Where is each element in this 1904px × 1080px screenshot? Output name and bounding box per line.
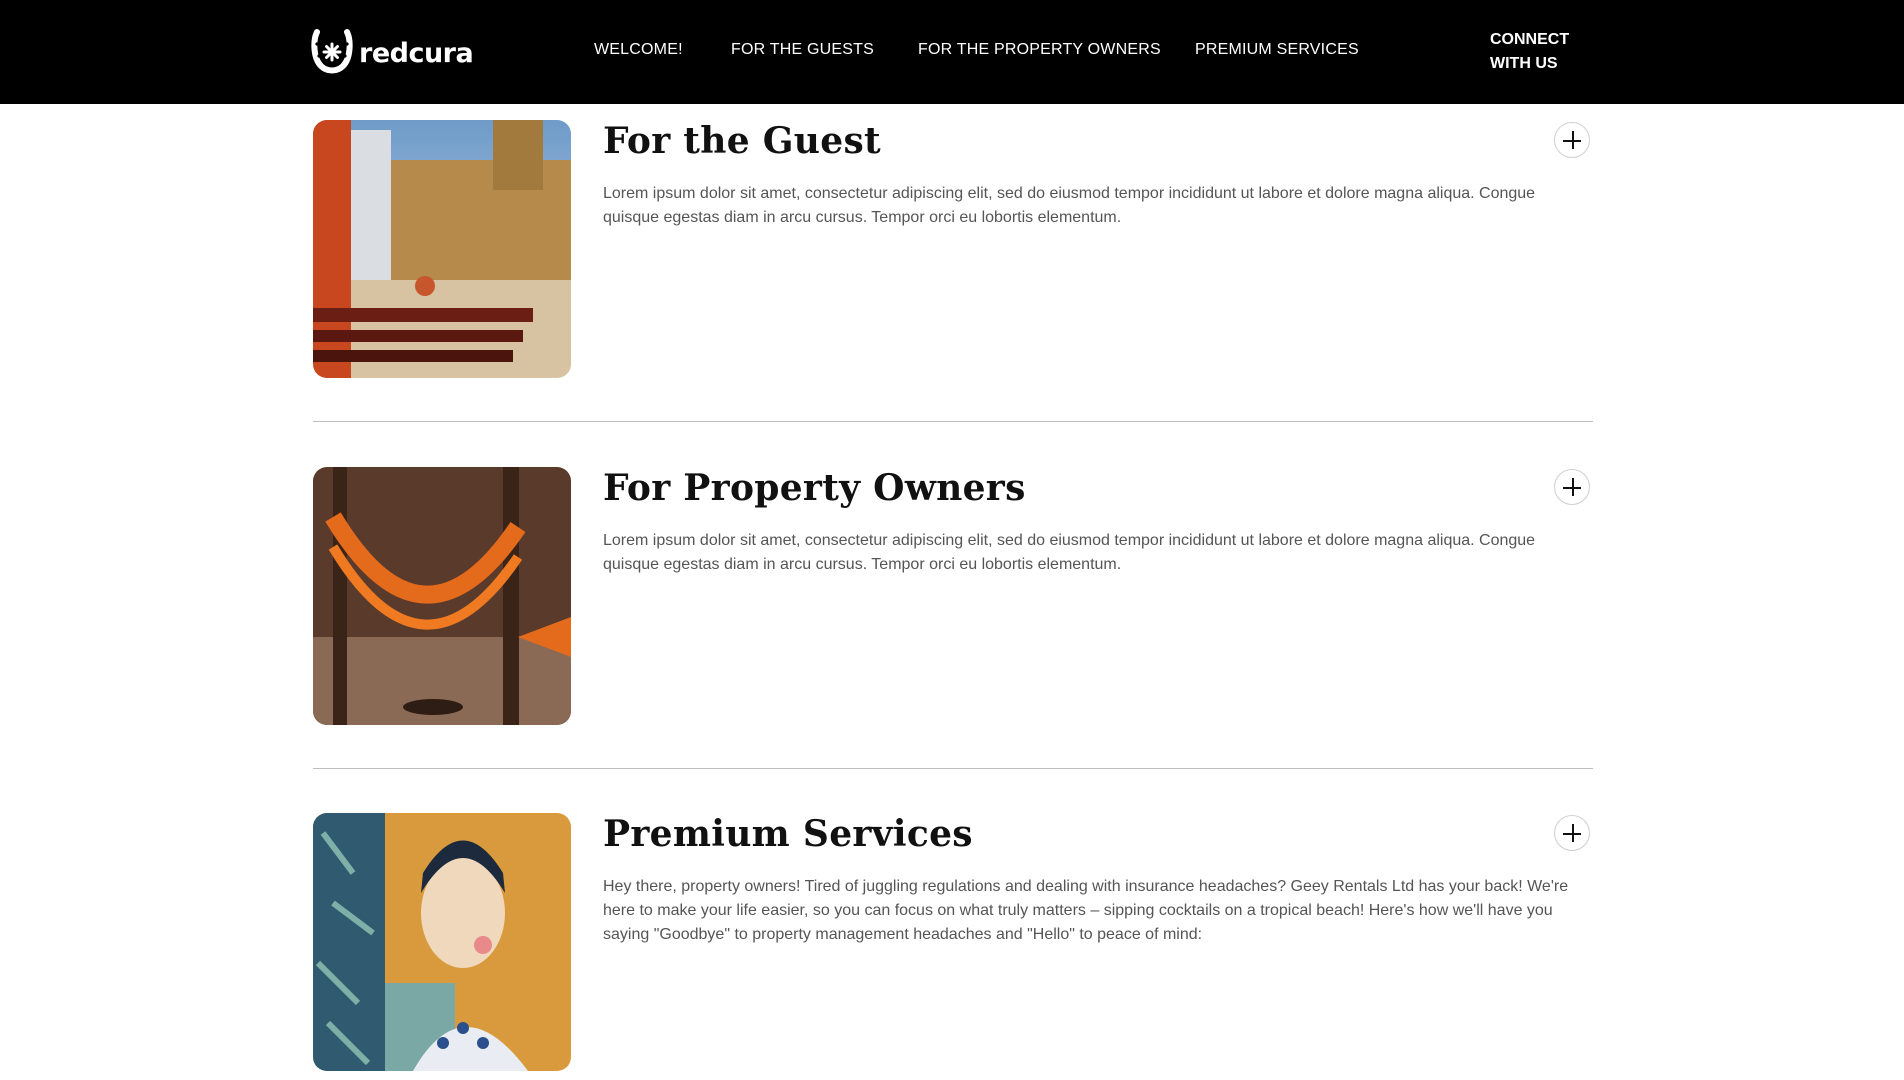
section-premium-services: Premium Services Hey there, property own… bbox=[313, 813, 1593, 1073]
guest-thumbnail-image bbox=[313, 120, 571, 378]
nav-for-property-owners[interactable]: FOR THE PROPERTY OWNERS bbox=[918, 41, 1161, 59]
premium-services-thumbnail-image bbox=[313, 813, 571, 1071]
site-header: redcura WELCOME! FOR THE GUESTS FOR THE … bbox=[0, 0, 1904, 104]
section-title: Premium Services bbox=[603, 813, 973, 855]
expand-plus-icon[interactable] bbox=[1554, 815, 1590, 851]
expand-plus-icon[interactable] bbox=[1554, 122, 1590, 158]
section-description: Lorem ipsum dolor sit amet, consectetur … bbox=[603, 532, 1536, 573]
brand-logo[interactable]: redcura bbox=[311, 28, 474, 79]
section-for-property-owners: For Property Owners Lorem ipsum dolor si… bbox=[313, 467, 1593, 727]
nav-for-the-guests[interactable]: FOR THE GUESTS bbox=[731, 41, 874, 59]
property-owners-thumbnail-image bbox=[313, 467, 571, 725]
section-divider bbox=[313, 768, 1593, 769]
connect-line-1: CONNECT bbox=[1490, 31, 1570, 48]
nav-welcome[interactable]: WELCOME! bbox=[594, 41, 683, 59]
section-description: Lorem ipsum dolor sit amet, consectetur … bbox=[603, 185, 1536, 226]
horseshoe-logo-icon bbox=[311, 28, 353, 79]
connect-line-2: WITH US bbox=[1490, 55, 1558, 72]
section-title: For the Guest bbox=[603, 120, 881, 162]
nav-premium-services[interactable]: PREMIUM SERVICES bbox=[1195, 41, 1359, 59]
brand-name: redcura bbox=[359, 37, 474, 69]
connect-with-us-link[interactable]: CONNECT WITH US bbox=[1490, 28, 1600, 76]
section-description: Hey there, property owners! Tired of jug… bbox=[603, 878, 1569, 943]
section-title: For Property Owners bbox=[603, 467, 1026, 509]
section-divider bbox=[313, 421, 1593, 422]
section-for-the-guest: For the Guest Lorem ipsum dolor sit amet… bbox=[313, 120, 1593, 380]
expand-plus-icon[interactable] bbox=[1554, 469, 1590, 505]
